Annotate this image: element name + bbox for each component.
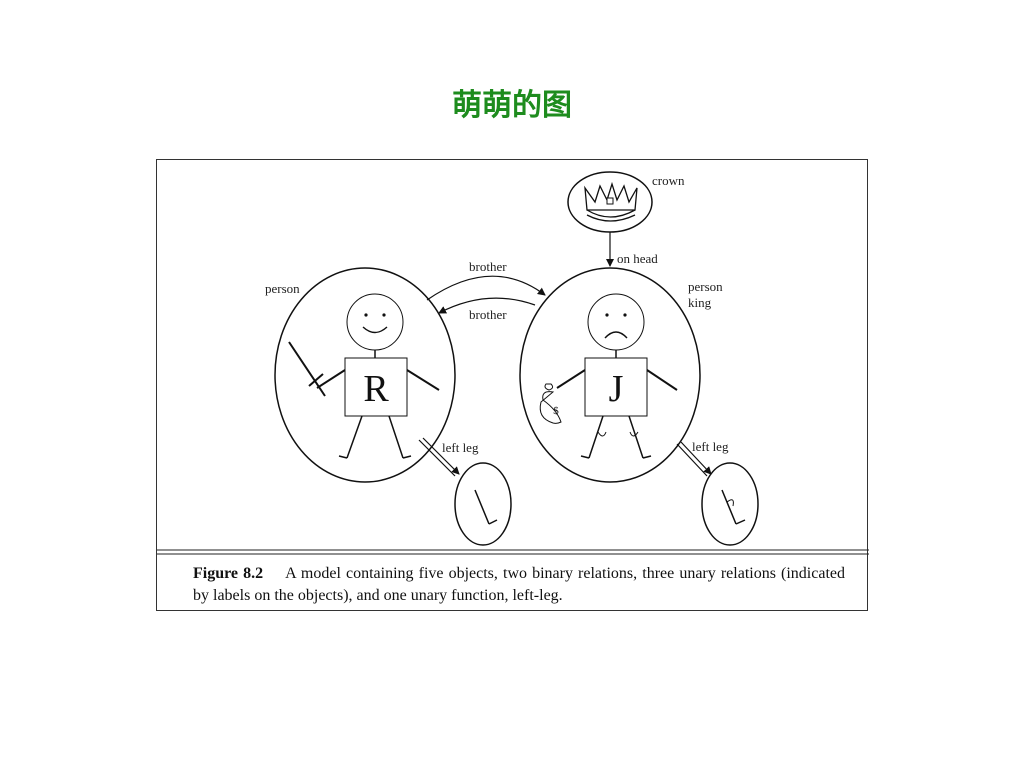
brother-label-top: brother — [469, 259, 507, 274]
leg-object-j — [701, 462, 759, 546]
caption-text: A model containing five objects, two bin… — [193, 565, 845, 604]
money-bag-icon: $ — [539, 383, 562, 424]
leg-object-r — [454, 462, 512, 546]
figure-label: Figure 8.2 — [193, 565, 264, 582]
box-label-r: R — [363, 368, 389, 410]
person-label-right: person — [688, 279, 723, 294]
person-r-object: R — [274, 267, 456, 483]
box-label-j: J — [609, 368, 624, 410]
sword-icon — [288, 341, 326, 397]
left-leg-label-j: left leg — [692, 439, 729, 454]
crown-label: crown — [652, 173, 685, 188]
left-leg-label-r: left leg — [442, 440, 479, 455]
on-head-label: on head — [617, 251, 658, 266]
king-label: king — [688, 295, 712, 310]
money-bag-symbol: $ — [553, 405, 559, 417]
crown-object — [567, 171, 653, 233]
brother-arrow-top — [426, 275, 546, 301]
person-j-object: J $ — [519, 267, 701, 483]
crown-icon — [584, 181, 638, 211]
person-label-left: person — [265, 281, 300, 296]
slide-title: 萌萌的图 — [452, 88, 572, 123]
figure-frame: crown on head brother brother person R p… — [156, 159, 869, 611]
brother-label-bottom: brother — [469, 307, 507, 322]
figure-caption: Figure 8.2 A model containing five object… — [193, 563, 845, 607]
model-diagram: crown on head brother brother person R p… — [157, 171, 869, 555]
